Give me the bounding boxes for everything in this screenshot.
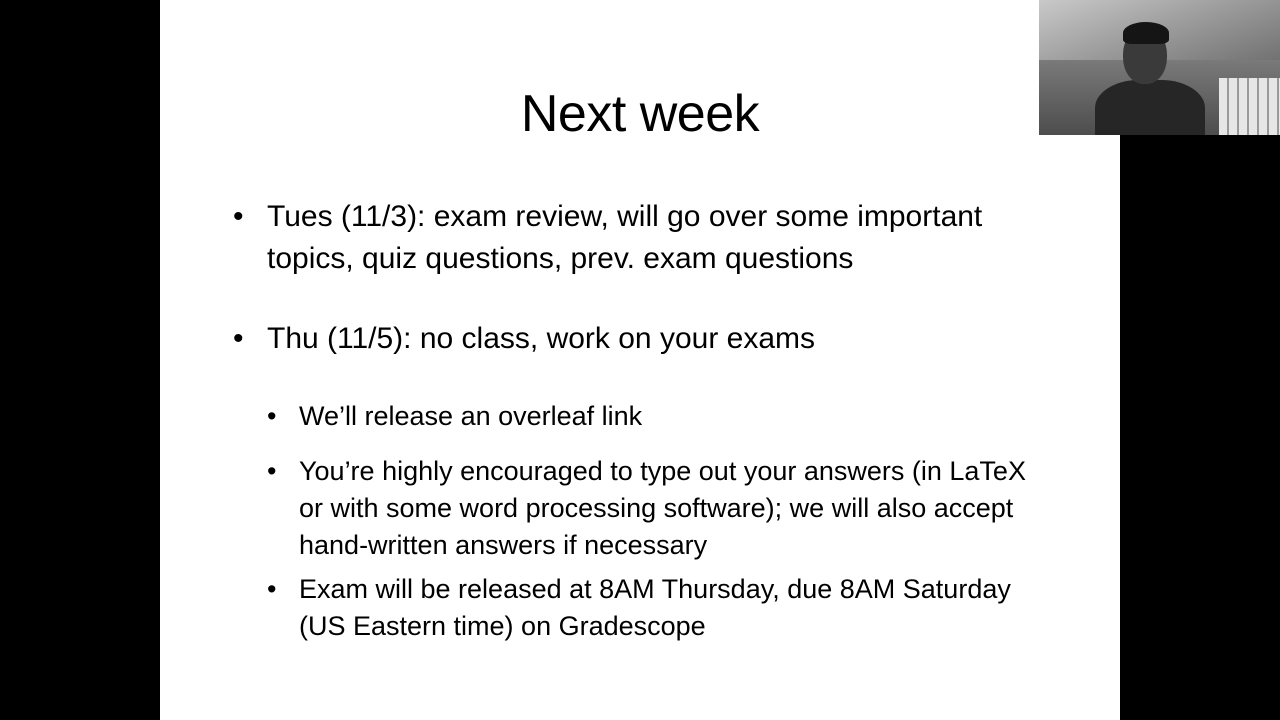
bullet-marker: • (267, 401, 277, 431)
slide-title: Next week (520, 85, 760, 143)
bullet-text: Thu (11/5): no class, work on your exams (267, 322, 815, 355)
sub-bullet-item: • You’re highly encouraged to type out y… (267, 453, 1039, 564)
bullet-text: Tues (11/3): exam review, will go over s… (267, 200, 983, 275)
video-frame: Next week • Tues (11/3): exam review, wi… (0, 0, 1280, 720)
bullet-item: • Tues (11/3): exam review, will go over… (233, 196, 1067, 280)
sub-bullet-text: Exam will be released at 8AM Thursday, d… (299, 574, 1011, 641)
presenter-hair (1123, 22, 1169, 44)
bullet-marker: • (267, 456, 277, 486)
sub-bullet-item: • Exam will be released at 8AM Thursday,… (267, 571, 1039, 645)
bullet-item: • Thu (11/5): no class, work on your exa… (233, 318, 1067, 360)
bullet-marker: • (233, 200, 244, 233)
presentation-slide: Next week • Tues (11/3): exam review, wi… (160, 0, 1120, 720)
bullet-marker: • (267, 574, 277, 604)
sub-bullet-text: We’ll release an overleaf link (299, 401, 643, 431)
sub-bullet-text: You’re highly encouraged to type out you… (299, 456, 1026, 560)
bullet-marker: • (233, 322, 244, 355)
sub-bullet-item: • We’ll release an overleaf link (267, 398, 1039, 435)
presenter-body (1095, 80, 1205, 135)
webcam-window (1219, 78, 1280, 135)
presenter-webcam (1039, 0, 1280, 135)
